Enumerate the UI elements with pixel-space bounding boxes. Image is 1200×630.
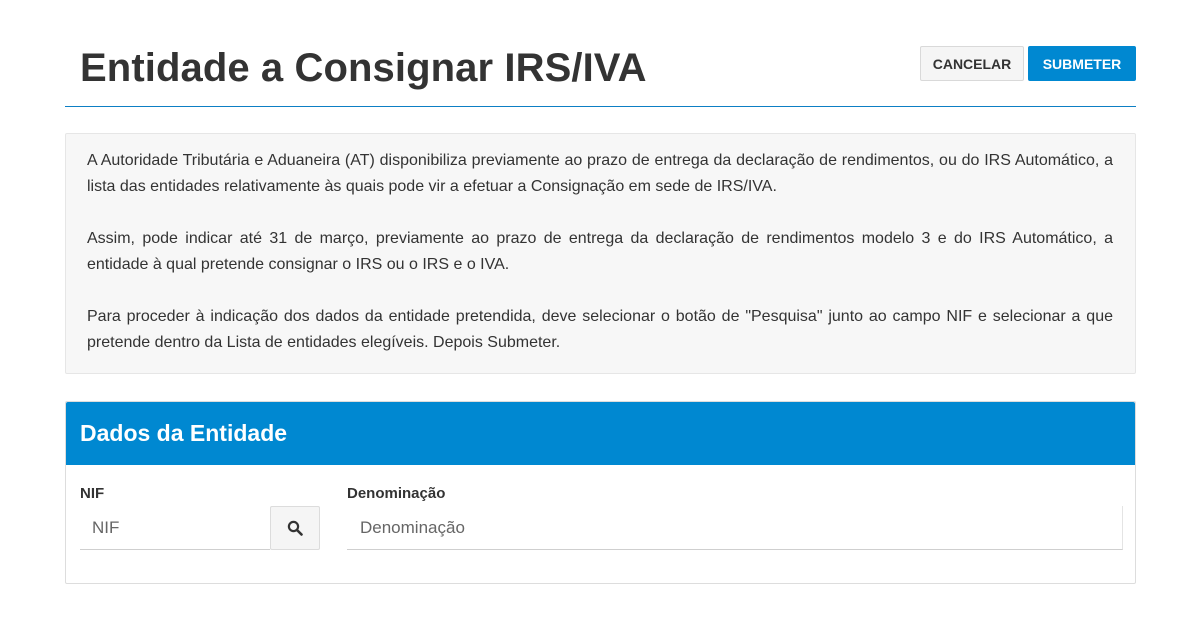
page-title: Entidade a Consignar IRS/IVA [80,46,647,90]
panel-title: Dados da Entidade [80,420,288,446]
info-paragraph: A Autoridade Tributária e Aduaneira (AT)… [87,152,1113,195]
page: Entidade a Consignar IRS/IVA CANCELAR SU… [0,0,1200,630]
info-paragraph: Assim, pode indicar até 31 de março, pre… [87,230,1113,273]
nif-input[interactable] [80,506,270,550]
cancel-button[interactable]: CANCELAR [920,46,1024,81]
page-header: Entidade a Consignar IRS/IVA CANCELAR SU… [65,0,1136,107]
nif-search-button[interactable] [270,506,320,550]
panel-header: Dados da Entidade [66,402,1135,465]
entity-data-panel: Dados da Entidade NIF Denominação [65,401,1136,584]
submit-button[interactable]: SUBMETER [1028,46,1136,81]
denominacao-input[interactable] [347,506,1123,550]
info-box: A Autoridade Tributária e Aduaneira (AT)… [65,133,1136,374]
denominacao-label: Denominação [347,485,446,502]
search-icon [287,520,303,536]
info-paragraph: Para proceder à indicação dos dados da e… [87,308,1113,351]
nif-label: NIF [80,485,105,502]
